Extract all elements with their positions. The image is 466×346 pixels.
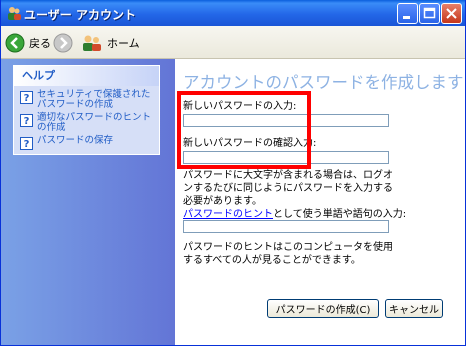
cancel-button[interactable]: キャンセル <box>385 299 443 318</box>
help-item-label: セキュリティで保護されたパスワードの作成 <box>37 89 151 110</box>
back-arrow-icon <box>5 33 25 53</box>
close-icon <box>446 8 457 19</box>
caps-note: パスワードに大文字が含まれる場合は、ログオンするたびに同じようにパスワードを入力… <box>183 170 393 207</box>
page-title: アカウントのパスワードを作成します <box>183 73 464 92</box>
minimize-button[interactable] <box>397 3 418 24</box>
sidebar: ヘルプ ? セキュリティで保護されたパスワードの作成 ? 適切なパスワードのヒン… <box>1 59 175 345</box>
help-item-save-password[interactable]: ? パスワードの保存 <box>20 136 155 150</box>
create-password-button[interactable]: パスワードの作成(C) <box>267 299 379 318</box>
minimize-icon <box>403 16 410 19</box>
help-item-label: パスワードの保存 <box>37 135 114 146</box>
window-title: ユーザー アカウント <box>24 8 136 22</box>
help-panel-title: ヘルプ <box>14 66 159 86</box>
toolbar: 戻る ホーム <box>1 26 465 59</box>
help-icon: ? <box>20 114 33 127</box>
help-item-password-hint[interactable]: ? 適切なパスワードのヒントの作成 <box>20 113 155 133</box>
svg-text:?: ? <box>24 93 30 104</box>
title-bar[interactable]: ユーザー アカウント <box>1 0 465 26</box>
maximize-icon <box>423 7 436 19</box>
help-item-label: 適切なパスワードのヒントの作成 <box>37 112 152 133</box>
help-icon: ? <box>20 137 33 150</box>
back-button[interactable]: 戻る <box>5 32 51 54</box>
help-panel: ヘルプ ? セキュリティで保護されたパスワードの作成 ? 適切なパスワードのヒン… <box>13 65 160 155</box>
close-button[interactable] <box>441 3 462 24</box>
svg-text:?: ? <box>24 116 30 127</box>
main-content: アカウントのパスワードを作成します 新しいパスワードの入力: 新しいパスワードの… <box>175 59 465 345</box>
help-item-secure-password[interactable]: ? セキュリティで保護されたパスワードの作成 <box>20 90 155 110</box>
home-button[interactable]: ホーム <box>81 32 140 54</box>
maximize-button[interactable] <box>419 3 440 24</box>
back-label: 戻る <box>29 37 51 50</box>
forward-button[interactable] <box>53 32 73 54</box>
svg-text:?: ? <box>24 139 30 150</box>
help-icon: ? <box>20 91 33 104</box>
password-hint-field[interactable] <box>183 220 389 233</box>
forward-arrow-icon <box>53 33 73 53</box>
users-home-icon <box>83 35 101 51</box>
hint-note: パスワードのヒントはこのコンピュータを使用するすべての人が見ることができます。 <box>183 242 393 266</box>
home-label: ホーム <box>107 37 140 50</box>
user-accounts-window: ユーザー アカウント 戻る ホーム ヘルプ ? セキュリティで保護されたパスワー… <box>0 0 466 346</box>
hint-label-text: として使う単語や語句の入力: <box>273 209 407 220</box>
password-hint-link[interactable]: パスワードのヒント <box>183 209 273 220</box>
hint-label: パスワードのヒントとして使う単語や語句の入力: <box>183 205 406 220</box>
highlight-box <box>177 91 311 169</box>
user-accounts-icon <box>8 7 21 20</box>
